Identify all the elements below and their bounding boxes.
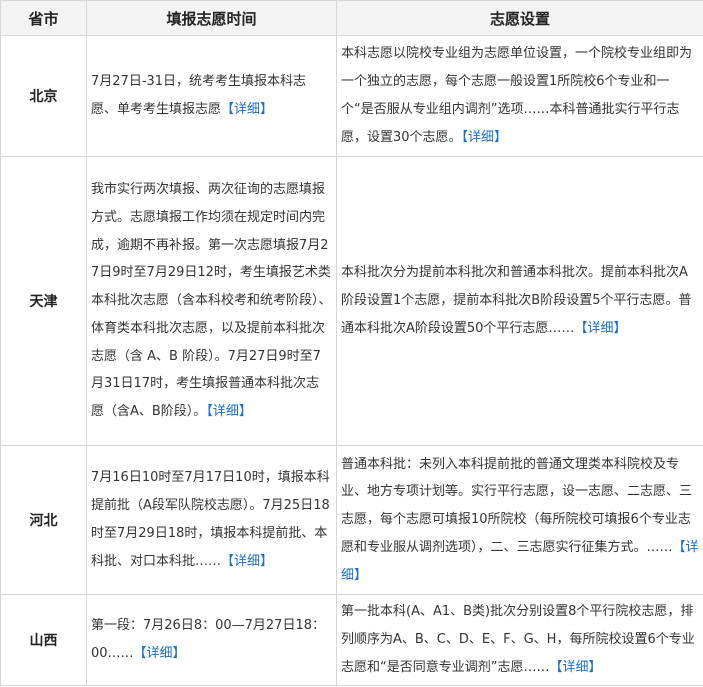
time-text: 7月27日-31日，统考考生填报本科志愿、单考考生填报志愿: [91, 74, 307, 117]
settings-cell: 普通本科批：未列入本科提前批的普通文理类本科院校及专业、地方专项计划等。实行平行…: [336, 445, 703, 595]
settings-cell: 本科批次分为提前本科批次和普通本科批次。提前本科批次A阶段设置1个志愿，提前本科…: [336, 156, 703, 446]
time-cell: 我市实行两次填报、两次征询的志愿填报方式。志愿填报工作均须在规定时间内完成，逾期…: [86, 156, 337, 446]
province-cell: 北京: [0, 35, 87, 157]
time-cell: 7月16日10时至7月17日10时，填报本科提前批（A段军队院校志愿）。7月25…: [86, 445, 337, 595]
table-header-row: 省市 填报志愿时间 志愿设置: [0, 0, 703, 36]
detail-link[interactable]: 【详细】: [574, 321, 626, 336]
settings-cell: 本科志愿以院校专业组为志愿单位设置，一个院校专业组即为一个独立的志愿，每个志愿一…: [336, 35, 703, 157]
time-text: 我市实行两次填报、两次征询的志愿填报方式。志愿填报工作均须在规定时间内完成，逾期…: [91, 181, 332, 420]
settings-text: 本科志愿以院校专业组为志愿单位设置，一个院校专业组即为一个独立的志愿，每个志愿一…: [341, 46, 693, 145]
settings-text: 普通本科批：未列入本科提前批的普通文理类本科院校及专业、地方专项计划等。实行平行…: [341, 456, 693, 555]
table-row: 河北 7月16日10时至7月17日10时，填报本科提前批（A段军队院校志愿）。7…: [0, 445, 703, 595]
detail-link[interactable]: 【详细】: [221, 102, 273, 117]
table-row: 北京 7月27日-31日，统考考生填报本科志愿、单考考生填报志愿【详细】 本科志…: [0, 35, 703, 157]
detail-link[interactable]: 【详细】: [206, 404, 252, 419]
header-settings: 志愿设置: [336, 0, 703, 36]
detail-link[interactable]: 【详细】: [134, 646, 186, 661]
province-cell: 天津: [0, 156, 87, 446]
time-cell: 第一段：7月26日8：00—7月27日18：00……【详细】: [86, 594, 337, 686]
settings-text: 本科批次分为提前本科批次和普通本科批次。提前本科批次A阶段设置1个志愿，提前本科…: [341, 265, 692, 336]
volunteer-table: 省市 填报志愿时间 志愿设置 北京 7月27日-31日，统考考生填报本科志愿、单…: [0, 0, 703, 686]
settings-text: 第一批本科(A、A1、B类)批次分别设置8个平行院校志愿，排列顺序为A、B、C、…: [341, 604, 695, 675]
header-province: 省市: [0, 0, 87, 36]
province-cell: 山西: [0, 594, 87, 686]
time-cell: 7月27日-31日，统考考生填报本科志愿、单考考生填报志愿【详细】: [86, 35, 337, 157]
table-row: 天津 我市实行两次填报、两次征询的志愿填报方式。志愿填报工作均须在规定时间内完成…: [0, 156, 703, 446]
header-time: 填报志愿时间: [86, 0, 337, 36]
settings-cell: 第一批本科(A、A1、B类)批次分别设置8个平行院校志愿，排列顺序为A、B、C、…: [336, 594, 703, 686]
province-cell: 河北: [0, 445, 87, 595]
detail-link[interactable]: 【详细】: [549, 660, 601, 675]
time-text: 第一段：7月26日8：00—7月27日18：00……: [91, 618, 325, 661]
time-text: 7月16日10时至7月17日10时，填报本科提前批（A段军队院校志愿）。7月25…: [91, 470, 330, 569]
detail-link[interactable]: 【详细】: [221, 554, 273, 569]
detail-link[interactable]: 【详细】: [462, 130, 508, 145]
table-row: 山西 第一段：7月26日8：00—7月27日18：00……【详细】 第一批本科(…: [0, 594, 703, 686]
